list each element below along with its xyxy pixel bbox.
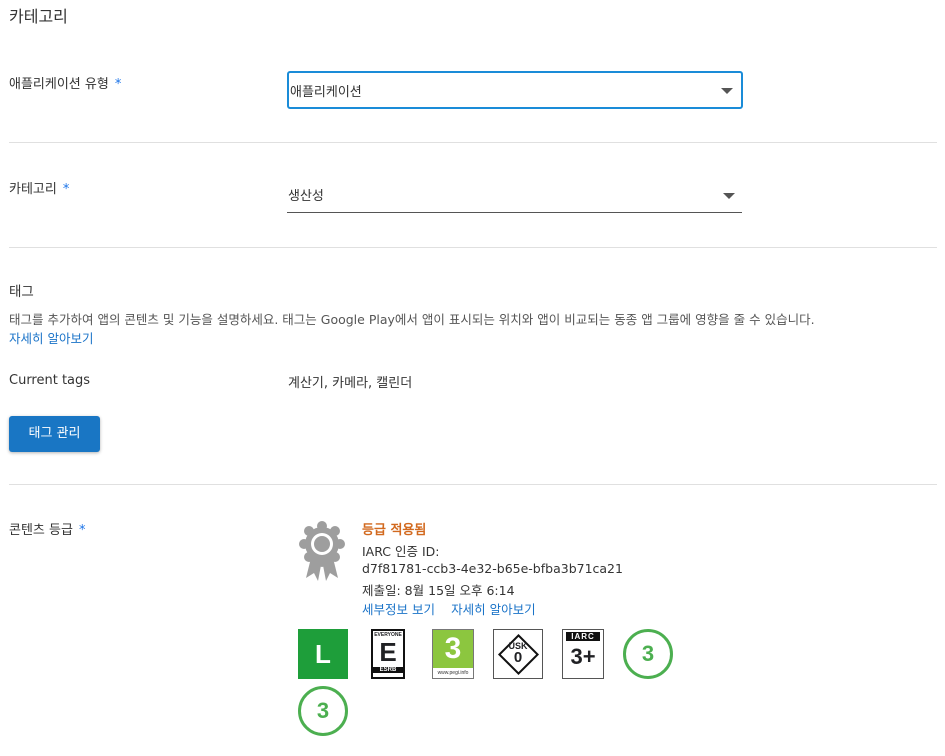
rating-badge-l-text: L — [315, 639, 331, 669]
rating-badge-usk: USK 0 — [493, 629, 543, 679]
tags-learn-more-link[interactable]: 자세히 알아보기 — [9, 328, 93, 347]
category-label-text: 카테고리 — [9, 182, 57, 197]
chevron-down-icon — [723, 193, 735, 199]
content-rating-label: 콘텐츠 등급 * — [9, 519, 85, 538]
rating-status: 등급 적용됨 — [362, 523, 427, 538]
divider — [9, 484, 937, 485]
content-rating-label-text: 콘텐츠 등급 — [9, 523, 73, 538]
tags-title: 태그 — [9, 284, 34, 300]
required-marker: * — [78, 523, 86, 538]
divider — [9, 142, 937, 143]
iarc-id: d7f81781-ccb3-4e32-b65e-bfba3b71ca21 — [362, 561, 623, 576]
circle-badge-number: 3 — [641, 641, 655, 666]
manage-tags-button[interactable]: 태그 관리 — [9, 416, 100, 452]
divider — [9, 247, 937, 248]
rating-badge-circle: 3 — [298, 686, 348, 736]
submitted-date: 제출일: 8월 15일 오후 6:14 — [362, 583, 515, 598]
current-tags-label: Current tags — [9, 373, 91, 388]
app-type-value: 애플리케이션 — [290, 85, 362, 100]
pegi-number: 3 — [444, 632, 462, 665]
rating-links: 세부정보 보기 자세히 알아보기 — [362, 599, 536, 618]
app-type-label: 애플리케이션 유형 * — [9, 73, 121, 92]
category-select[interactable]: 생산성 — [287, 178, 742, 213]
iarc-label: IARC 인증 ID: — [362, 544, 440, 559]
pegi-site: www.pegi.info — [433, 668, 473, 678]
current-tags-value: 계산기, 카메라, 캘린더 — [288, 376, 413, 391]
rating-badge-circle: 3 — [623, 629, 673, 679]
rating-badge-pegi: 3 www.pegi.info — [432, 629, 474, 679]
app-type-label-text: 애플리케이션 유형 — [9, 77, 109, 92]
rating-badge-iarc: IARC 3+ — [562, 629, 604, 679]
required-marker: * — [114, 77, 122, 92]
usk-number: 0 — [513, 649, 523, 666]
tags-description: 태그를 추가하여 앱의 콘텐츠 및 기능을 설명하세요. 태그는 Google … — [9, 312, 815, 327]
rating-badge-l: L — [298, 629, 348, 679]
rating-learn-more-link[interactable]: 자세히 알아보기 — [451, 602, 535, 617]
category-label: 카테고리 * — [9, 178, 69, 197]
section-title: 카테고리 — [9, 7, 68, 26]
app-type-select[interactable]: 애플리케이션 — [287, 71, 743, 109]
esrb-bottom-text: ESRB — [373, 667, 403, 673]
rating-badge-esrb: EVERYONE E ESRB — [371, 629, 405, 679]
iarc-badge-text: IARC — [566, 632, 600, 641]
award-ribbon-icon — [299, 521, 345, 581]
esrb-letter: E — [379, 637, 397, 667]
circle-badge-number: 3 — [316, 698, 330, 723]
required-marker: * — [62, 182, 70, 197]
iarc-badge-number: 3+ — [570, 644, 596, 669]
category-value: 생산성 — [288, 189, 324, 204]
chevron-down-icon — [721, 88, 733, 94]
details-link[interactable]: 세부정보 보기 — [362, 602, 435, 617]
